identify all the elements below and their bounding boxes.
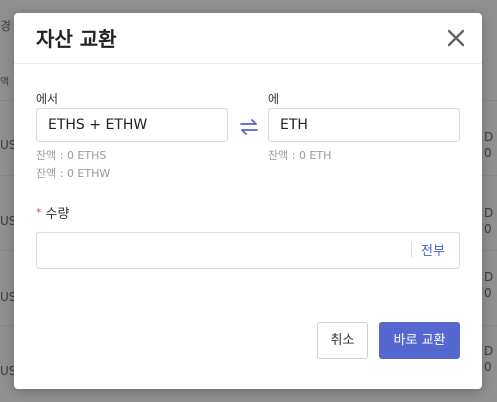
- bg-text: 0: [484, 222, 492, 236]
- bg-text: 0: [484, 146, 492, 160]
- bg-text: 액: [0, 77, 10, 88]
- max-divider: [411, 242, 412, 258]
- header-divider: [14, 63, 482, 64]
- to-balance: 잔액 : 0 ETH: [268, 149, 332, 162]
- modal-title: 자산 교환: [36, 27, 117, 51]
- max-button[interactable]: 전부: [421, 240, 445, 259]
- quantity-label-text: 수량: [45, 207, 70, 222]
- bg-text: D: [484, 206, 494, 220]
- from-balance-2: 잔액 : 0 ETHW: [36, 167, 111, 180]
- bg-text: D: [484, 270, 494, 284]
- cancel-button[interactable]: 취소: [317, 322, 368, 359]
- exchange-now-button[interactable]: 바로 교환: [379, 322, 460, 359]
- close-icon: [447, 29, 465, 47]
- bg-text: D: [484, 130, 494, 144]
- bg-text: D: [484, 344, 494, 358]
- close-button[interactable]: [444, 26, 468, 50]
- bg-text: 경: [0, 19, 12, 33]
- required-mark: *: [36, 206, 42, 219]
- from-label: 에서: [36, 92, 59, 106]
- to-label: 에: [268, 92, 280, 106]
- quantity-input[interactable]: [36, 232, 460, 269]
- swap-button[interactable]: [239, 117, 259, 137]
- bg-text: 0: [484, 360, 492, 374]
- from-balance-1: 잔액 : 0 ETHS: [36, 149, 107, 162]
- asset-exchange-modal: 자산 교환 에서 ETHS + ETHW 잔액 : 0 ETHS 잔액 : 0 …: [14, 13, 482, 389]
- quantity-label: * 수량: [36, 203, 69, 222]
- from-asset-select[interactable]: ETHS + ETHW: [36, 108, 228, 142]
- swap-arrows-icon: [240, 119, 258, 135]
- bg-text: 0: [484, 286, 492, 300]
- to-asset-select[interactable]: ETH: [268, 108, 460, 142]
